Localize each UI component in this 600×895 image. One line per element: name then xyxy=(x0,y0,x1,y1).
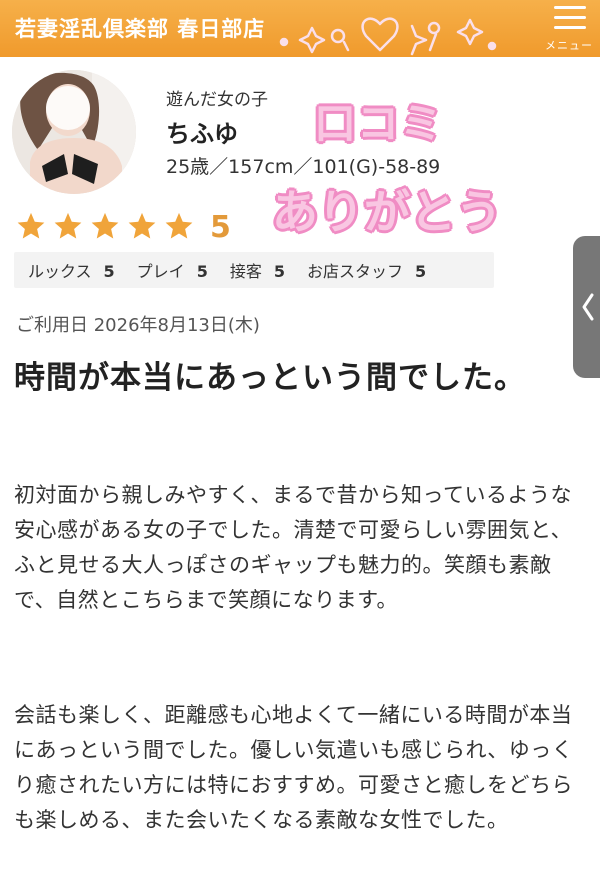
sub-rating-value: 5 xyxy=(273,262,285,281)
sub-rating-staff: お店スタッフ 5 xyxy=(307,258,426,282)
girl-photo-image xyxy=(12,70,136,194)
arigatou-badge: ありがとう xyxy=(272,185,502,239)
girl-stats: 25歳／157cm／101(G)-58-89 xyxy=(166,156,441,178)
sub-rating-label: プレイ xyxy=(136,262,185,281)
review-paragraph-2: 会話も楽しく、距離感も心地よくて一緒にいる時間が本当にあっという間でした。優しい… xyxy=(14,703,574,832)
sub-rating-service: 接客 5 xyxy=(230,258,285,282)
sparkle-decoration-icon xyxy=(279,17,497,56)
header-bar: 若妻淫乱倶楽部 春日部店 メニュー xyxy=(0,0,600,57)
sub-ratings-bar: ルックス 5 プレイ 5 接客 5 お店スタッフ 5 xyxy=(14,252,494,288)
girl-name[interactable]: ちふゆ xyxy=(166,114,238,149)
star-icon xyxy=(165,212,193,239)
star-rating xyxy=(16,211,194,241)
visit-date: ご利用日 2026年8月13日(木) xyxy=(16,315,260,336)
sub-rating-value: 5 xyxy=(103,262,115,281)
sub-rating-play: プレイ 5 xyxy=(137,258,208,282)
menu-button[interactable]: メニュー xyxy=(538,0,600,57)
review-title: 時間が本当にあっという間でした。 xyxy=(14,360,526,396)
side-drawer-tab[interactable] xyxy=(573,236,600,378)
menu-label: メニュー xyxy=(545,39,593,52)
sub-rating-value: 5 xyxy=(415,262,427,281)
girl-caption: 遊んだ女の子 xyxy=(166,90,268,110)
shop-name[interactable]: 若妻淫乱倶楽部 春日部店 xyxy=(15,13,265,43)
rating-score: 5 xyxy=(210,210,231,245)
sub-rating-looks: ルックス 5 xyxy=(28,258,115,282)
star-icon xyxy=(128,212,156,239)
star-icon xyxy=(54,212,82,239)
star-icon xyxy=(91,212,119,239)
kuchikomi-badge: 口コミ xyxy=(314,99,444,148)
sub-rating-label: 接客 xyxy=(229,262,262,281)
sub-rating-label: ルックス xyxy=(28,262,92,281)
sub-rating-label: お店スタッフ xyxy=(306,262,403,281)
chevron-left-icon xyxy=(582,293,594,321)
star-icon xyxy=(17,212,45,239)
girl-avatar[interactable] xyxy=(12,70,136,194)
menu-icon xyxy=(554,4,586,32)
sub-rating-value: 5 xyxy=(196,262,208,281)
review-paragraph-1: 初対面から親しみやすく、まるで昔から知っているような安心感がある女の子でした。清… xyxy=(14,483,573,612)
